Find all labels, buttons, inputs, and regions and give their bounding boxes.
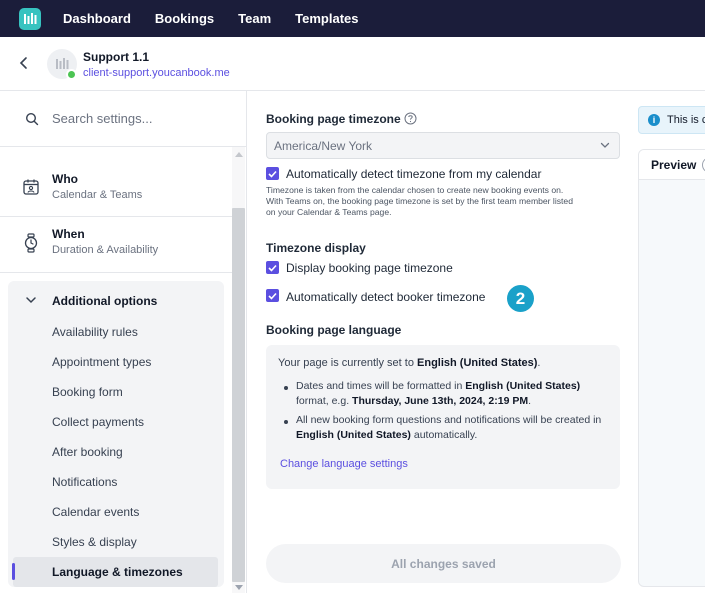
page-header: Support 1.1 client-support.youcanbook.me	[0, 37, 705, 91]
bullet	[284, 386, 288, 390]
info-banner: i This is c	[638, 106, 705, 134]
checkmark-icon	[268, 264, 277, 272]
nav-team[interactable]: Team	[238, 11, 271, 26]
display-timezone-checkbox[interactable]	[266, 261, 279, 274]
additional-options-toggle[interactable]: Additional options	[8, 281, 224, 321]
hint-line: Timezone is taken from the calendar chos…	[266, 185, 564, 195]
auto-detect-booker-timezone-checkbox[interactable]	[266, 289, 279, 302]
timezone-select[interactable]: America/New York	[266, 132, 620, 159]
settings-panel: Booking page timezone America/New York A…	[248, 91, 633, 593]
text-segment: .	[537, 357, 541, 369]
sidebar-item-calendar-events[interactable]: Calendar events	[52, 505, 139, 519]
bullet	[284, 420, 288, 424]
sidebar-item-label: Language & timezones	[52, 565, 183, 579]
language-section-label: Booking page language	[266, 323, 402, 337]
sidebar-item-availability-rules[interactable]: Availability rules	[52, 325, 138, 339]
timezone-display-label: Timezone display	[266, 241, 366, 255]
nav-dashboard[interactable]: Dashboard	[63, 11, 131, 26]
date-example: Thursday, June 13th, 2024, 2:19 PM	[352, 395, 529, 407]
text-segment: .	[528, 395, 531, 407]
sidebar-item-collect-payments[interactable]: Collect payments	[52, 415, 144, 429]
sidebar-item-after-booking[interactable]: After booking	[52, 445, 123, 459]
text-segment: All new booking form questions and notif…	[296, 414, 602, 426]
language-name: English (United States)	[296, 429, 411, 441]
divider	[0, 216, 232, 217]
sidebar-item-notifications[interactable]: Notifications	[52, 475, 117, 489]
timezone-section-label: Booking page timezone	[266, 112, 401, 126]
chevron-down-icon	[600, 142, 610, 148]
scroll-down-arrow-icon[interactable]	[235, 585, 243, 590]
sidebar-item-title: Who	[52, 172, 78, 186]
form-language-note: All new booking form questions and notif…	[296, 413, 612, 443]
additional-options-label: Additional options	[52, 294, 158, 308]
hint-line: on your Calendar & Teams page.	[266, 207, 392, 217]
language-name: English (United States)	[465, 380, 581, 392]
text-segment: format, e.g.	[296, 395, 353, 407]
divider	[0, 272, 232, 273]
booking-page-url[interactable]: client-support.youcanbook.me	[83, 67, 230, 79]
save-status-button[interactable]: All changes saved	[266, 544, 621, 583]
top-nav: Dashboard Bookings Team Templates	[0, 0, 705, 37]
preview-header: Preview	[639, 150, 705, 180]
page-title: Support 1.1	[83, 50, 150, 64]
step-badge: 2	[507, 285, 534, 312]
active-indicator	[12, 563, 15, 580]
text-segment: Dates and times will be formatted in	[296, 380, 466, 392]
change-language-link[interactable]: Change language settings	[280, 458, 408, 470]
info-banner-text: This is c	[667, 114, 705, 126]
chevron-down-icon	[26, 297, 36, 304]
hint-line: With Teams on, the booking page timezone…	[266, 196, 573, 206]
timezone-select-value: America/New York	[274, 139, 373, 153]
text-segment: automatically.	[410, 429, 478, 441]
sidebar-item-booking-form[interactable]: Booking form	[52, 385, 123, 399]
additional-options-group: Additional options Availability rules Ap…	[8, 281, 224, 587]
logo-bars-icon	[56, 58, 69, 69]
checkmark-icon	[268, 170, 277, 178]
status-online-dot	[66, 69, 77, 80]
sidebar-item-title: When	[52, 227, 85, 241]
search-input[interactable]	[52, 111, 222, 126]
search-bar	[0, 91, 246, 147]
chevron-left-icon[interactable]	[19, 56, 29, 70]
current-language-text: Your page is currently set to English (U…	[278, 357, 540, 369]
sidebar-item-subtitle: Calendar & Teams	[52, 189, 143, 201]
language-info-box: Your page is currently set to English (U…	[266, 345, 620, 489]
nav-templates[interactable]: Templates	[295, 11, 358, 26]
calendar-person-icon	[23, 179, 39, 195]
date-format-note: Dates and times will be formatted in Eng…	[296, 379, 612, 409]
auto-detect-booker-timezone-label[interactable]: Automatically detect booker timezone	[286, 290, 485, 304]
preview-panel: Preview	[638, 149, 705, 587]
sidebar-item-styles-display[interactable]: Styles & display	[52, 535, 137, 549]
display-timezone-label[interactable]: Display booking page timezone	[286, 261, 453, 275]
watch-icon	[24, 233, 38, 253]
help-icon[interactable]	[404, 112, 417, 125]
text-segment: Your page is currently set to	[278, 357, 418, 369]
sidebar-item-subtitle: Duration & Availability	[52, 244, 159, 256]
auto-detect-timezone-checkbox[interactable]	[266, 167, 279, 180]
auto-detect-timezone-label[interactable]: Automatically detect timezone from my ca…	[286, 167, 541, 181]
logo-bars-icon	[24, 12, 37, 24]
language-name: English (United States)	[417, 357, 538, 369]
checkmark-icon	[268, 292, 277, 300]
nav-bookings[interactable]: Bookings	[155, 11, 214, 26]
app-logo[interactable]	[19, 7, 41, 30]
scroll-up-arrow-icon[interactable]	[235, 152, 243, 157]
sidebar-scrollbar-thumb[interactable]	[232, 208, 245, 582]
info-icon: i	[648, 114, 660, 126]
sidebar-item-who[interactable]: Who Calendar & Teams	[0, 163, 232, 213]
preview-title: Preview	[651, 158, 697, 172]
sidebar-item-appointment-types[interactable]: Appointment types	[52, 355, 151, 369]
sidebar-item-when[interactable]: When Duration & Availability	[0, 218, 232, 268]
settings-sidebar: Who Calendar & Teams When Duration & Ava…	[0, 91, 247, 593]
timezone-hint: Timezone is taken from the calendar chos…	[266, 185, 616, 218]
search-icon	[25, 112, 39, 125]
